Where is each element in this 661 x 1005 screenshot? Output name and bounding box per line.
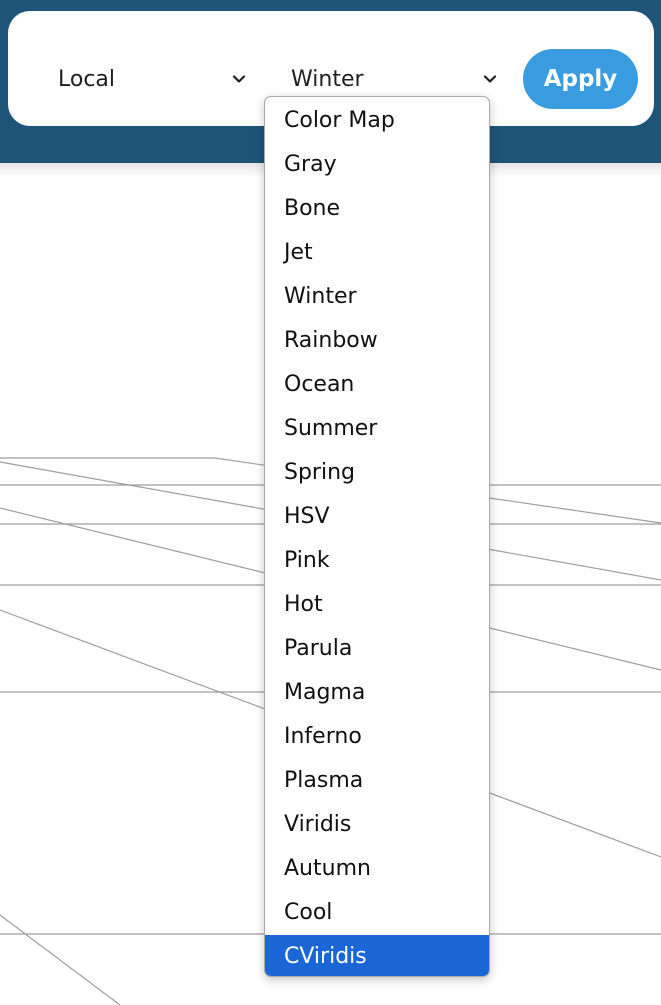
colormap-option[interactable]: Cool [265, 891, 489, 935]
colormap-option[interactable]: Rainbow [265, 319, 489, 363]
colormap-option[interactable]: Hot [265, 583, 489, 627]
scope-select[interactable]: Local [58, 53, 246, 105]
scope-select-value: Local [58, 66, 116, 92]
colormap-option[interactable]: Autumn [265, 847, 489, 891]
colormap-option[interactable]: Bone [265, 187, 489, 231]
colormap-option[interactable]: Jet [265, 231, 489, 275]
plot-line [0, 914, 121, 1005]
colormap-option[interactable]: Inferno [265, 715, 489, 759]
colormap-option-list: Color Map Gray Bone Jet Winter Rainbow O… [265, 99, 489, 976]
colormap-option[interactable]: Gray [265, 143, 489, 187]
colormap-select-value: Winter [291, 66, 364, 92]
colormap-option[interactable]: Color Map [265, 99, 489, 143]
colormap-option[interactable]: Plasma [265, 759, 489, 803]
apply-button[interactable]: Apply [523, 49, 638, 109]
colormap-option[interactable]: Pink [265, 539, 489, 583]
colormap-dropdown: Color Map Gray Bone Jet Winter Rainbow O… [264, 96, 490, 977]
colormap-option[interactable]: Parula [265, 627, 489, 671]
colormap-option[interactable]: HSV [265, 495, 489, 539]
colormap-option[interactable]: Magma [265, 671, 489, 715]
app-page: Local Winter Apply Color Map Gray Bone J… [0, 0, 661, 1005]
chevron-down-icon [483, 72, 497, 86]
colormap-option-highlighted[interactable]: CViridis [265, 935, 489, 976]
colormap-option[interactable]: Winter [265, 275, 489, 319]
colormap-option[interactable]: Ocean [265, 363, 489, 407]
colormap-option[interactable]: Spring [265, 451, 489, 495]
colormap-option[interactable]: Summer [265, 407, 489, 451]
chevron-down-icon [232, 72, 246, 86]
colormap-option[interactable]: Viridis [265, 803, 489, 847]
